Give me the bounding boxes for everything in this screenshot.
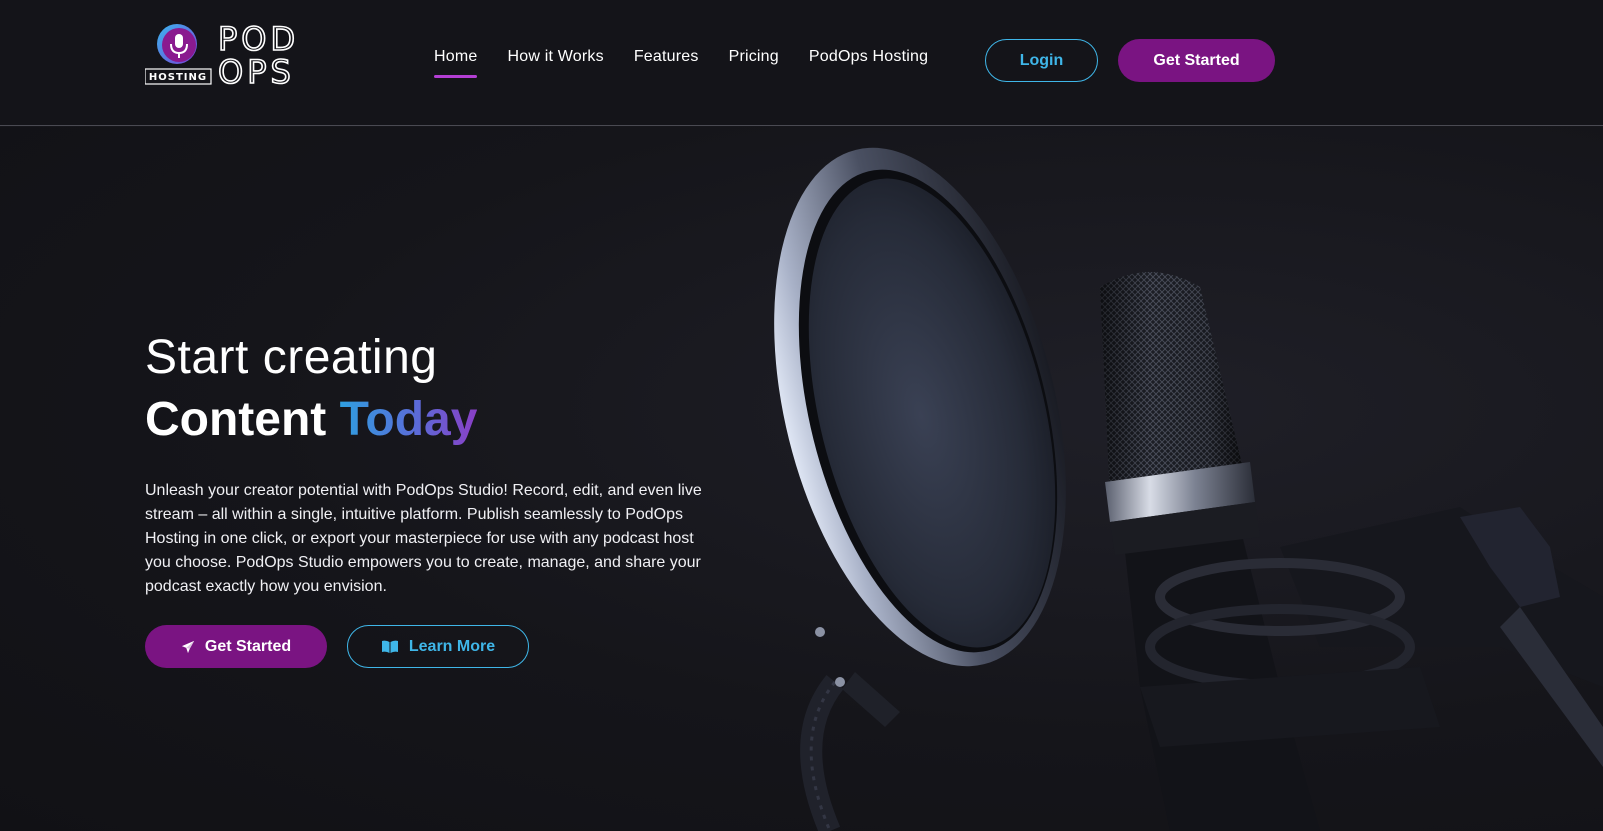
hero-description: Unleash your creator potential with PodO… [145, 482, 702, 595]
nav-home[interactable]: Home [434, 48, 478, 78]
main-nav: Home How it Works Features Pricing PodOp… [434, 48, 958, 78]
hero-learn-more-button[interactable]: Learn More [347, 625, 529, 668]
site-header: HOSTING POD OPS Home How it Works Featur… [0, 0, 1603, 126]
nav-pricing[interactable]: Pricing [729, 48, 779, 78]
hero-learn-more-label: Learn More [408, 637, 496, 655]
hero-text-block: Start creating Content Today Unleash you… [145, 327, 705, 668]
nav-how-it-works[interactable]: How it Works [507, 48, 603, 78]
podops-hosting-logo[interactable]: HOSTING POD OPS [144, 19, 320, 92]
hero-get-started-button[interactable]: Get Started [145, 625, 327, 668]
header-get-started-button[interactable]: Get Started [1118, 39, 1275, 82]
hero-get-started-label: Get Started [204, 637, 292, 655]
paper-plane-icon [181, 640, 195, 654]
nav-podops-hosting[interactable]: PodOps Hosting [809, 48, 928, 78]
studio-microphone-image [774, 147, 1603, 831]
login-button[interactable]: Login [985, 39, 1098, 82]
hero-buttons: Get Started Learn More [145, 625, 705, 668]
logo-wordmark-bottom: OPS [218, 53, 295, 90]
logo-badge-text: HOSTING [149, 72, 207, 83]
nav-features[interactable]: Features [634, 48, 699, 78]
hero-headline-accent: Today [339, 393, 478, 446]
hero-section: Start creating Content Today Unleash you… [0, 127, 1603, 831]
hero-headline-plain: Content [145, 393, 327, 446]
hero-headline-line2: Content Today [145, 389, 705, 451]
hero-headline-line1: Start creating [145, 331, 438, 384]
open-book-icon [381, 640, 399, 654]
